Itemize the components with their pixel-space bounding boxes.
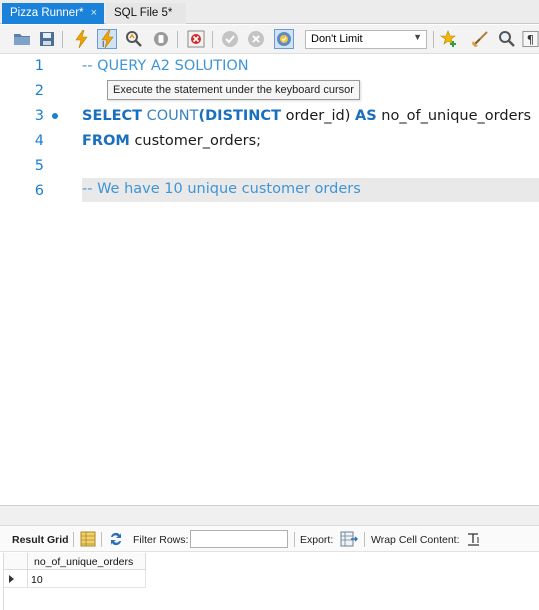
toolbar-separator — [433, 31, 434, 48]
chevron-down-icon: ▼ — [413, 32, 422, 42]
line-number: 2 — [34, 83, 44, 99]
toggle-continue-on-error-icon[interactable] — [186, 29, 206, 49]
refresh-icon[interactable] — [108, 531, 124, 547]
add-snippet-star-icon[interactable] — [439, 29, 459, 49]
result-grid-label[interactable]: Result Grid — [12, 534, 69, 546]
tab-label: Pizza Runner* — [10, 7, 84, 19]
find-magnifier-icon[interactable] — [497, 29, 517, 49]
row-selector[interactable] — [4, 570, 28, 588]
tab-sql-file-5[interactable]: SQL File 5* — [106, 3, 186, 24]
tab-close-icon[interactable]: × — [91, 7, 97, 19]
toolbar-separator — [294, 532, 295, 547]
svg-text:I: I — [102, 40, 104, 48]
toolbar-separator — [177, 31, 178, 48]
sql-editor[interactable]: 1 2 3 4 5 6 -- QUERY A2 SOLUTION SELECT … — [0, 55, 539, 505]
explain-magnifier-icon[interactable] — [124, 29, 144, 49]
sql-keyword: SELECT — [82, 108, 143, 124]
wrap-text-icon[interactable] — [466, 531, 482, 547]
execute-tooltip: Execute the statement under the keyboard… — [107, 80, 360, 100]
toolbar-separator — [101, 532, 102, 547]
sql-keyword: DISTINCT — [205, 108, 281, 124]
grid-corner[interactable] — [4, 553, 28, 570]
rollback-icon[interactable] — [246, 29, 266, 49]
sql-keyword: AS — [355, 108, 377, 124]
line-number: 4 — [34, 133, 44, 149]
code-line-6: -- We have 10 unique customer orders — [82, 178, 539, 202]
export-label: Export: — [300, 534, 334, 546]
result-grid: no_of_unique_orders 10 — [0, 552, 539, 610]
limit-rows-select[interactable]: Don't Limit ▼ — [305, 30, 427, 49]
pane-splitter[interactable] — [0, 505, 539, 525]
wrap-cell-content-label: Wrap Cell Content: — [371, 534, 460, 546]
code-line-1: -- QUERY A2 SOLUTION — [82, 58, 249, 74]
column-header-no-of-unique-orders[interactable]: no_of_unique_orders — [28, 553, 146, 570]
toolbar-separator — [73, 532, 74, 547]
sql-editor-toolbar: I Don't Limit ▼ ¶ — [0, 25, 539, 54]
statement-marker-icon — [52, 113, 58, 119]
result-toolbar: Result Grid Filter Rows: Export: Wrap Ce… — [0, 525, 539, 552]
toolbar-separator — [364, 532, 365, 547]
sql-alias: no_of_unique_orders — [381, 108, 532, 124]
invisible-chars-icon[interactable]: ¶ — [522, 29, 539, 49]
sql-function: COUNT — [146, 108, 199, 124]
table-cell[interactable]: 10 — [28, 570, 146, 588]
tab-label: SQL File 5* — [114, 7, 173, 19]
line-number: 3 — [34, 108, 44, 124]
commit-icon[interactable] — [220, 29, 240, 49]
open-folder-icon[interactable] — [12, 29, 32, 49]
code-line-4: FROM customer_orders; — [82, 133, 261, 149]
execute-cursor-lightning-icon[interactable]: I — [97, 29, 117, 49]
line-number: 5 — [34, 158, 44, 174]
svg-text:¶: ¶ — [527, 33, 534, 47]
line-number: 1 — [34, 58, 44, 74]
line-number: 6 — [34, 183, 44, 199]
toolbar-separator — [62, 31, 63, 48]
grid-view-icon[interactable] — [80, 531, 96, 547]
code-line-3: SELECT COUNT(DISTINCT order_id) AS no_of… — [82, 108, 531, 124]
beautify-broom-icon[interactable] — [470, 29, 490, 49]
filter-rows-label: Filter Rows: — [133, 534, 189, 546]
save-icon[interactable] — [37, 29, 57, 49]
sql-identifier: order_id) — [280, 108, 351, 124]
current-row-arrow-icon — [9, 575, 14, 583]
limit-rows-value: Don't Limit — [311, 33, 363, 45]
editor-tab-bar: Pizza Runner* × SQL File 5* — [0, 0, 539, 24]
toolbar-separator — [212, 31, 213, 48]
sql-keyword: FROM — [82, 133, 130, 149]
export-icon[interactable] — [340, 531, 358, 547]
filter-rows-input[interactable] — [190, 530, 288, 548]
execute-lightning-icon[interactable] — [71, 29, 91, 49]
stop-icon[interactable] — [151, 29, 171, 49]
tab-pizza-runner[interactable]: Pizza Runner* × — [2, 3, 104, 24]
sql-table-name: customer_orders; — [134, 133, 262, 149]
autocommit-icon[interactable] — [274, 29, 294, 49]
